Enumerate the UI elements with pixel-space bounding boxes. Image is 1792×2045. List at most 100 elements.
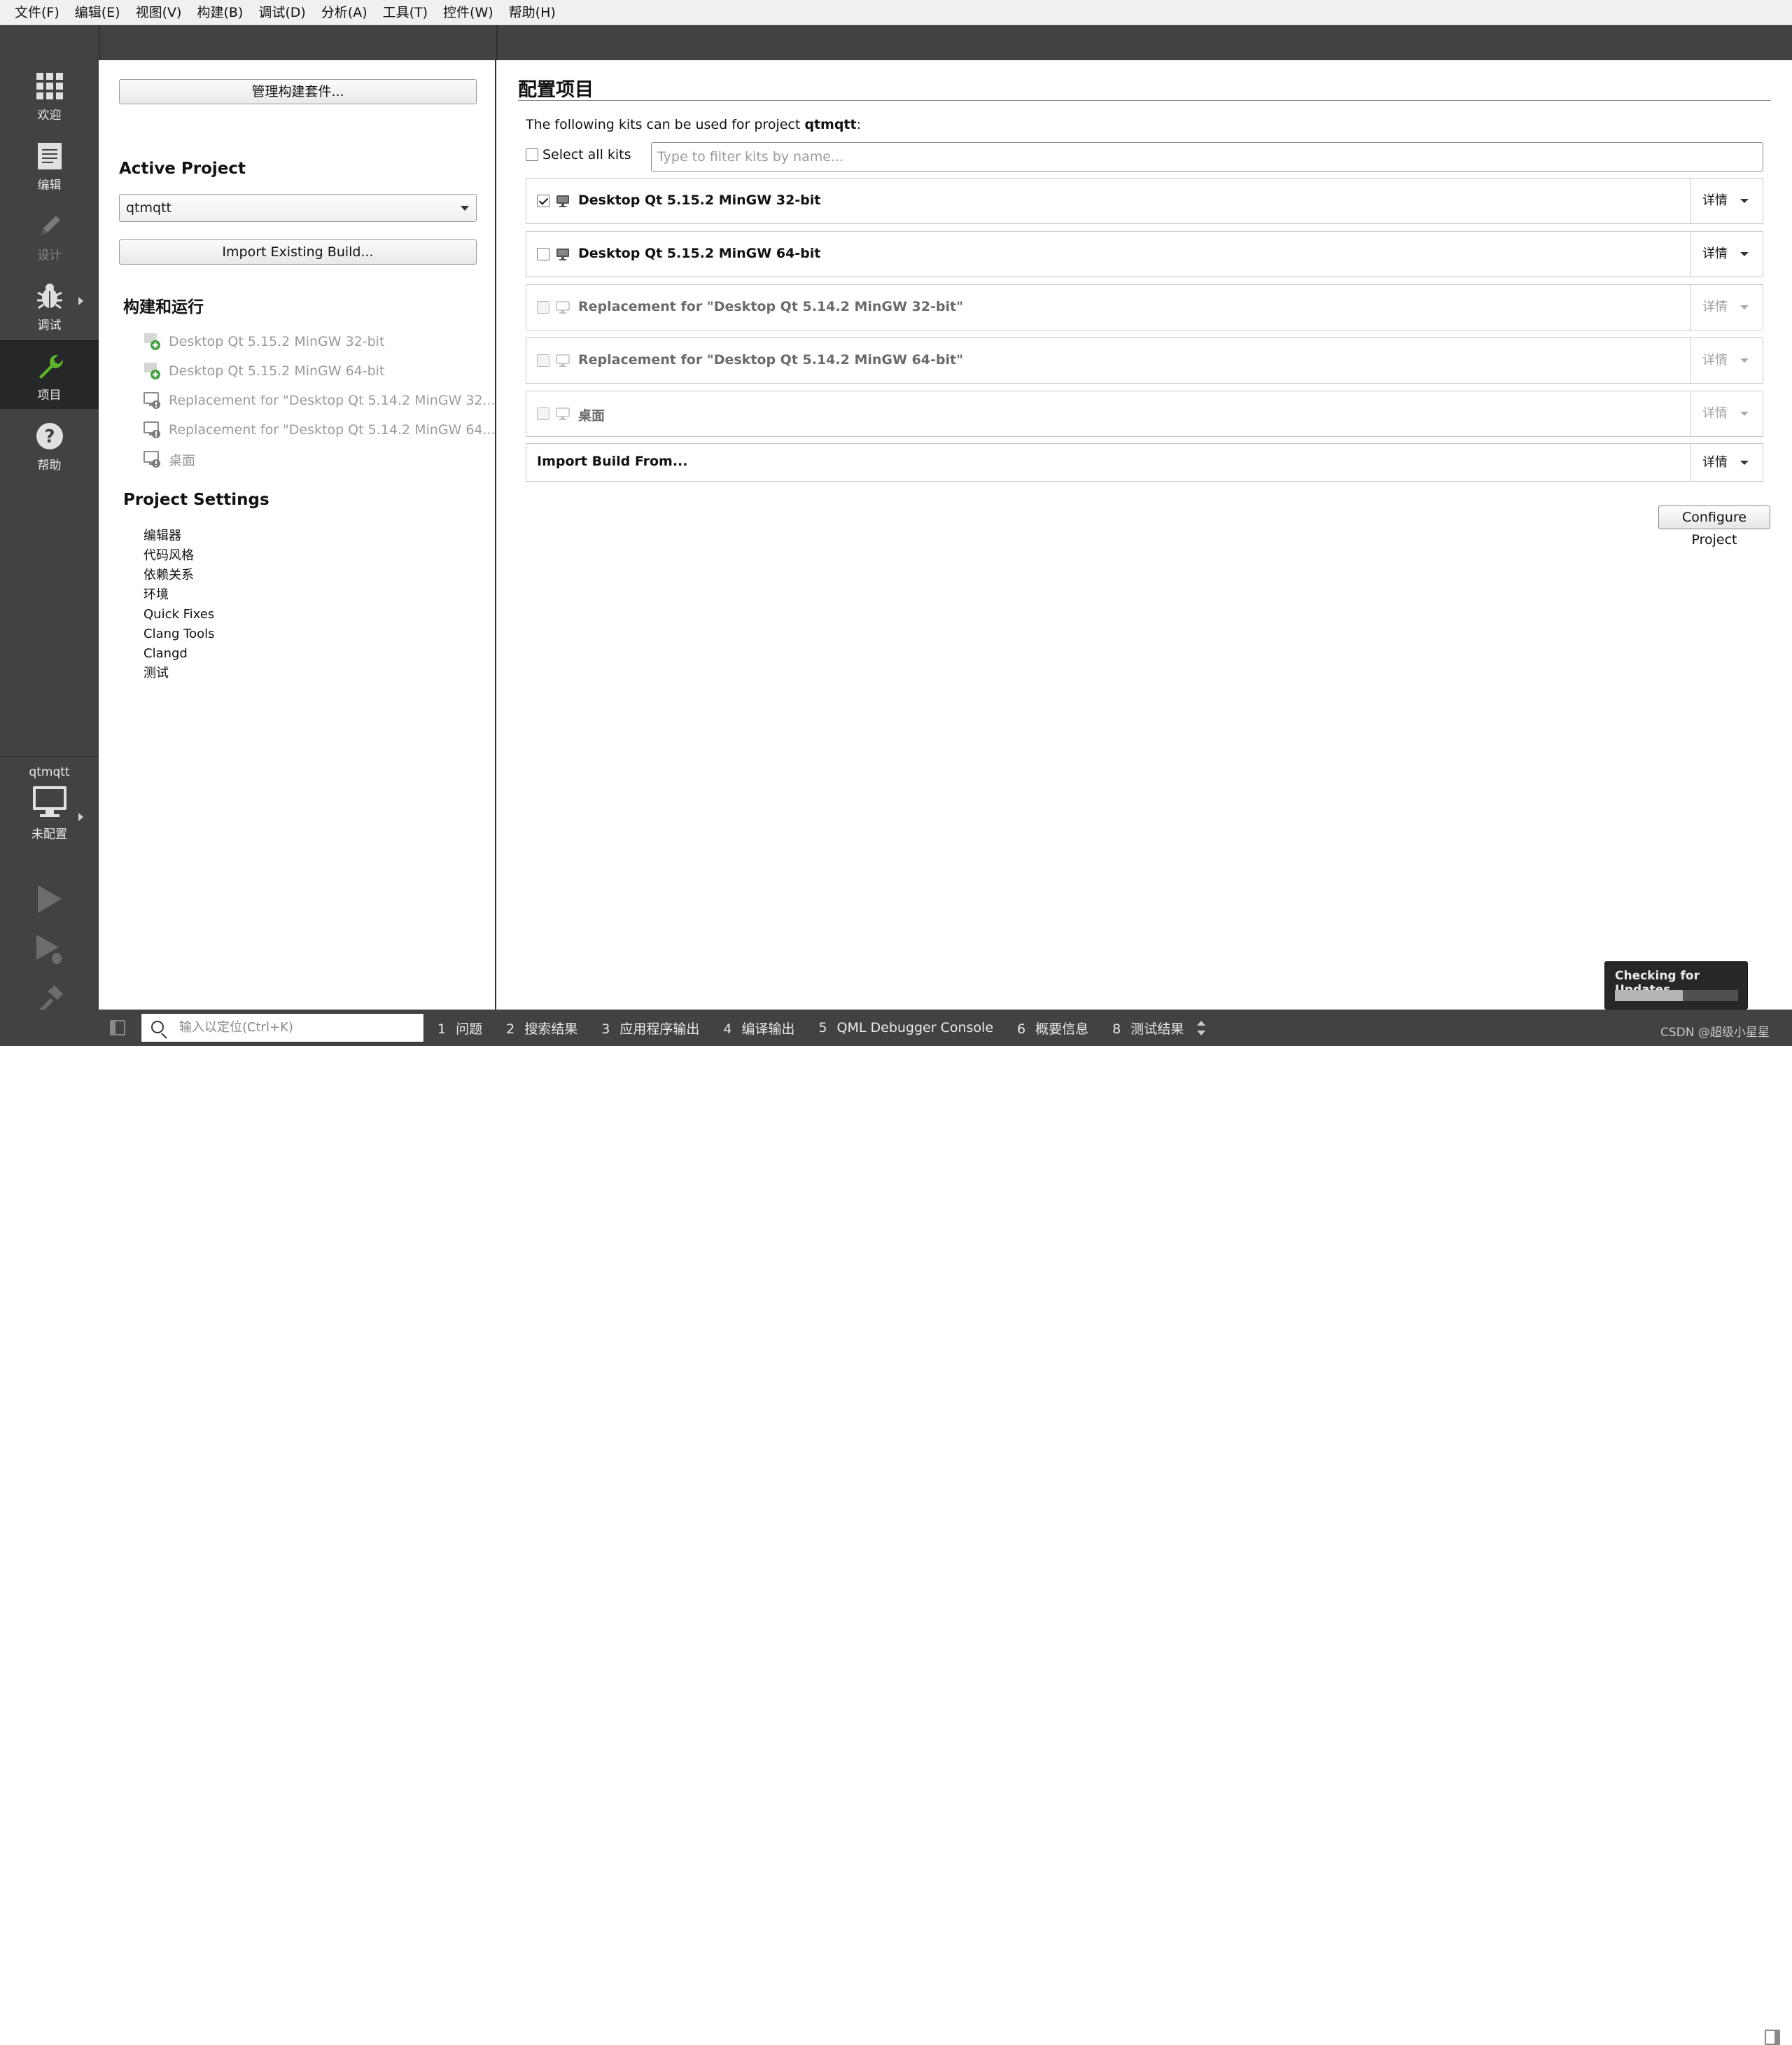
toggle-right-sidebar-icon[interactable]	[1765, 2030, 1780, 2045]
sidebar-kit-item[interactable]: Desktop Qt 5.15.2 MinGW 64-bit	[144, 361, 384, 382]
mode-projects[interactable]: 项目	[0, 340, 99, 409]
sidebar-kit-item[interactable]: Desktop Qt 5.15.2 MinGW 32-bit	[144, 331, 384, 352]
sidebar-kit-label: Replacement for "Desktop Qt 5.14.2 MinGW…	[169, 393, 496, 408]
kit-filter-input[interactable]: Type to filter kits by name...	[651, 142, 1763, 172]
sidebar-kit-label: 桌面	[169, 452, 196, 468]
menu-help[interactable]: 帮助(H)	[501, 0, 564, 25]
kit-row[interactable]: Desktop Qt 5.15.2 MinGW 64-bit 详情	[526, 231, 1763, 277]
kit-name: Desktop Qt 5.15.2 MinGW 32-bit	[578, 193, 821, 208]
checkbox[interactable]	[526, 148, 538, 161]
intro-prefix: The following kits can be used for proje…	[526, 117, 805, 132]
menu-edit[interactable]: 编辑(E)	[67, 0, 128, 25]
chevron-down-icon	[461, 206, 469, 211]
import-details-button[interactable]: 详情	[1690, 444, 1763, 481]
active-project-combo[interactable]: qtmqtt	[119, 194, 477, 222]
kit-checkbox[interactable]	[537, 195, 550, 207]
settings-item-editor[interactable]: 编辑器	[144, 526, 215, 546]
kit-checkbox[interactable]	[537, 354, 550, 367]
build-run-heading: 构建和运行	[123, 298, 204, 316]
mode-welcome[interactable]: 欢迎	[0, 60, 99, 129]
mode-help[interactable]: ? 帮助	[0, 410, 99, 479]
watermark: CSDN @超级小星星	[1660, 1026, 1770, 1040]
sidebar-kit-item[interactable]: Replacement for "Desktop Qt 5.14.2 MinGW…	[144, 419, 496, 440]
mode-label: 项目	[37, 389, 62, 403]
tab-search-results[interactable]: 2 搜索结果	[506, 1019, 578, 1038]
pencil-icon	[40, 216, 60, 235]
mode-design[interactable]: 设计	[0, 200, 99, 269]
kit-details-button[interactable]: 详情	[1690, 391, 1763, 436]
tab-application-output[interactable]: 3 应用程序输出	[601, 1019, 699, 1038]
import-build-from-row[interactable]: Import Build From... 详情	[526, 443, 1763, 482]
settings-item-clangd[interactable]: Clangd	[144, 644, 215, 664]
configure-project-panel: 配置项目 The following kits can be used for …	[498, 60, 1792, 1010]
kit-row[interactable]: Replacement for "Desktop Qt 5.14.2 MinGW…	[526, 284, 1763, 330]
kit-checkbox[interactable]	[537, 248, 550, 260]
menu-controls[interactable]: 控件(W)	[435, 0, 501, 25]
kit-details-button[interactable]: 详情	[1690, 338, 1763, 383]
tab-test-results[interactable]: 8 测试结果	[1112, 1019, 1184, 1038]
kit-row[interactable]: Desktop Qt 5.15.2 MinGW 32-bit 详情	[526, 178, 1763, 224]
sidebar-kit-item[interactable]: 桌面	[144, 449, 195, 470]
kit-checkbox[interactable]	[537, 407, 550, 420]
tab-number: 3	[601, 1021, 610, 1037]
details-label: 详情	[1702, 406, 1728, 421]
tab-issues[interactable]: 1 问题	[438, 1019, 482, 1038]
tab-general-messages[interactable]: 6 概要信息	[1017, 1019, 1088, 1038]
toggle-sidebar-icon[interactable]	[110, 1020, 125, 1035]
manage-kits-button[interactable]: 管理构建套件...	[119, 79, 477, 104]
tab-number: 8	[1112, 1021, 1121, 1037]
menu-view[interactable]: 视图(V)	[128, 0, 190, 25]
divider	[99, 25, 100, 60]
mode-label: 设计	[37, 249, 62, 263]
settings-item-testing[interactable]: 测试	[144, 664, 215, 683]
settings-item-environment[interactable]: 环境	[144, 585, 215, 605]
settings-item-clang-tools[interactable]: Clang Tools	[144, 624, 215, 644]
settings-item-dependencies[interactable]: 依赖关系	[144, 566, 215, 585]
menu-build[interactable]: 构建(B)	[189, 0, 251, 25]
update-check-popup[interactable]: Checking for Updates	[1604, 961, 1748, 1010]
details-label: 详情	[1702, 353, 1728, 368]
monitor-icon	[32, 786, 66, 817]
debug-run-button[interactable]	[28, 928, 70, 970]
select-all-kits-checkbox[interactable]: Select all kits	[526, 147, 631, 162]
menu-debug[interactable]: 调试(D)	[251, 0, 313, 25]
sidebar-kit-label: Replacement for "Desktop Qt 5.14.2 MinGW…	[169, 422, 496, 438]
mode-debug[interactable]: 调试	[0, 270, 99, 339]
locator-input[interactable]: 输入以定位(Ctrl+K)	[141, 1013, 424, 1042]
run-icon	[38, 885, 62, 913]
kit-row[interactable]: Replacement for "Desktop Qt 5.14.2 MinGW…	[526, 337, 1763, 384]
import-build-from-label: Import Build From...	[537, 454, 688, 469]
chevron-down-icon	[1740, 199, 1749, 203]
chevron-down-icon	[1740, 252, 1749, 256]
kit-row[interactable]: 桌面 详情	[526, 391, 1763, 437]
details-label: 详情	[1702, 246, 1728, 261]
mode-edit[interactable]: 编辑	[0, 130, 99, 199]
mode-label: 调试	[37, 319, 62, 333]
kit-details-button[interactable]: 详情	[1690, 285, 1763, 330]
kit-details-button[interactable]: 详情	[1690, 232, 1763, 277]
tab-qml-debugger-console[interactable]: 5 QML Debugger Console	[818, 1020, 993, 1035]
tab-compile-output[interactable]: 4 编译输出	[723, 1019, 794, 1038]
monitor-icon	[556, 354, 570, 367]
tab-number: 4	[723, 1021, 732, 1037]
kit-target-selector[interactable]: qtmqtt 未配置	[0, 756, 99, 861]
run-button[interactable]	[28, 878, 70, 920]
sidebar-kit-item[interactable]: Replacement for "Desktop Qt 5.14.2 MinGW…	[144, 390, 496, 411]
tab-number: 6	[1017, 1021, 1026, 1037]
tab-number: 1	[438, 1021, 447, 1037]
chevron-down-icon	[1740, 305, 1749, 309]
status-bar: 输入以定位(Ctrl+K) 1 问题 2 搜索结果 3 应用程序输出 4 编译输出 5Q…	[0, 1010, 1792, 2045]
expand-arrow-icon	[78, 297, 83, 305]
configure-project-button[interactable]: Configure Project	[1658, 505, 1770, 547]
menu-tools[interactable]: 工具(T)	[375, 0, 435, 25]
settings-item-code-style[interactable]: 代码风格	[144, 546, 215, 566]
kit-details-button[interactable]: 详情	[1690, 179, 1763, 223]
import-existing-build-button[interactable]: Import Existing Build...	[119, 239, 477, 265]
kit-name: Desktop Qt 5.15.2 MinGW 64-bit	[578, 246, 821, 261]
kit-checkbox[interactable]	[537, 301, 550, 314]
menu-bar: 文件(F) 编辑(E) 视图(V) 构建(B) 调试(D) 分析(A) 工具(T…	[0, 0, 1792, 25]
menu-file[interactable]: 文件(F)	[7, 0, 67, 25]
pane-size-toggle-icon[interactable]	[1196, 1021, 1206, 1036]
settings-item-quick-fixes[interactable]: Quick Fixes	[144, 605, 215, 624]
menu-analyze[interactable]: 分析(A)	[314, 0, 375, 25]
